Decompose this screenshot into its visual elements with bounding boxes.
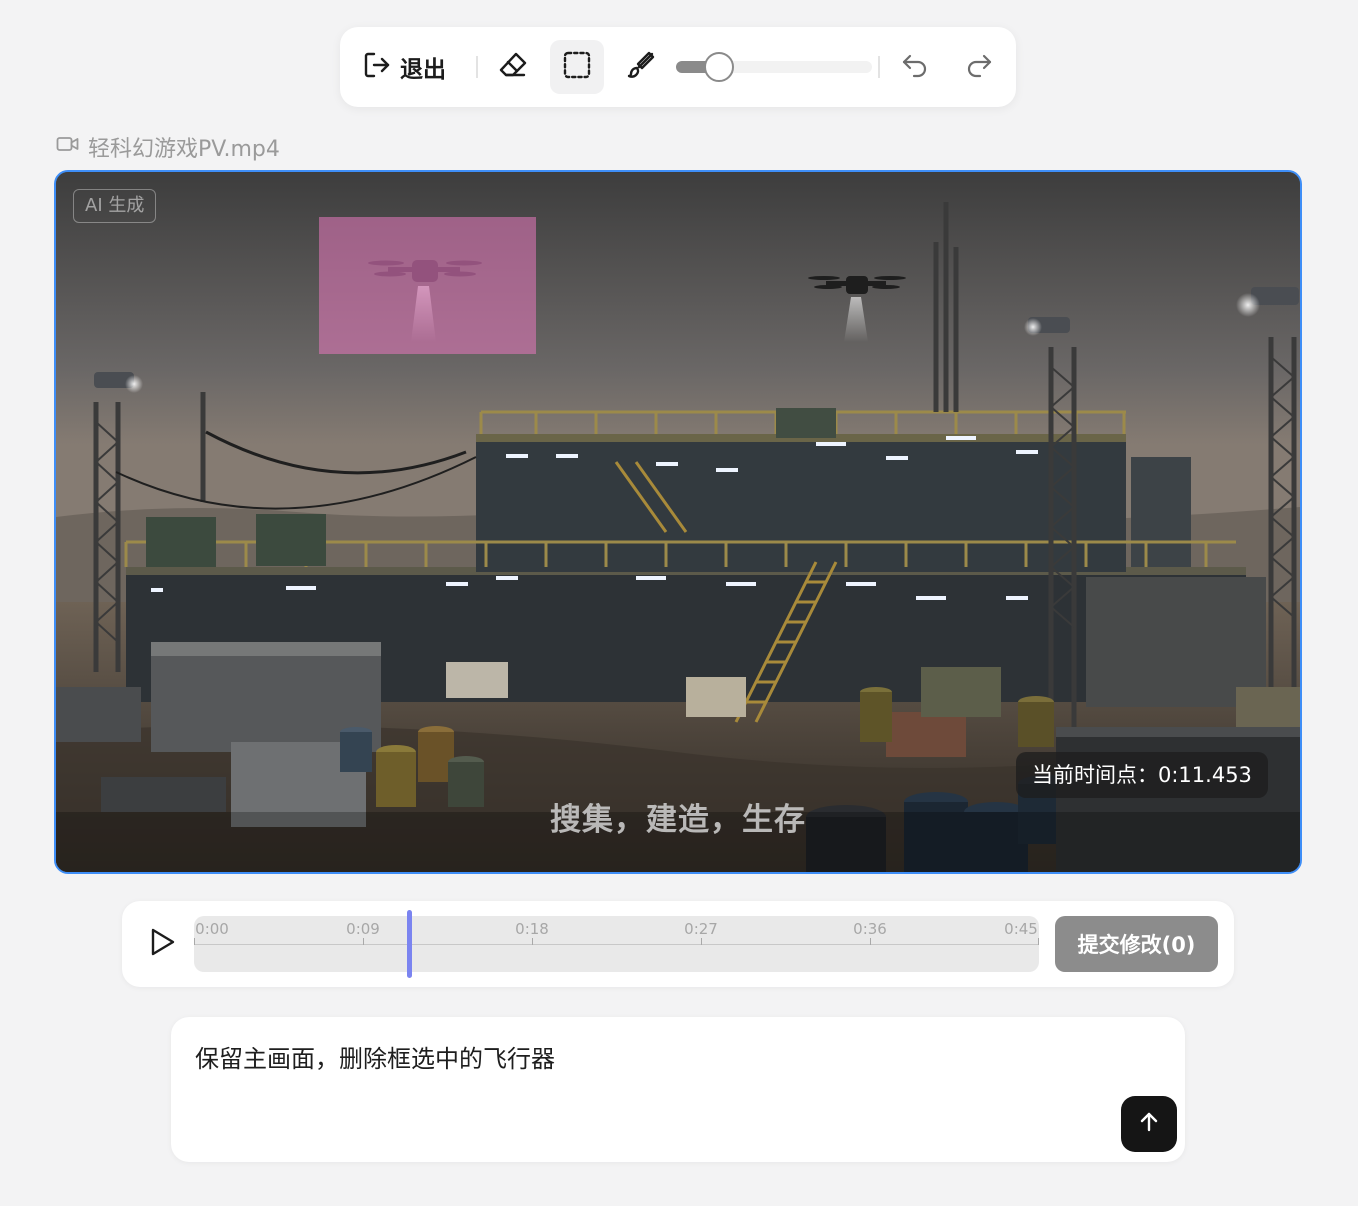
timeline-baseline	[194, 944, 1039, 945]
ai-generated-badge: AI 生成	[73, 189, 157, 223]
undo-icon	[900, 50, 930, 84]
brush-size-slider[interactable]	[676, 52, 872, 82]
file-name-label: 轻科幻游戏PV.mp4	[56, 131, 280, 163]
timeline-track[interactable]: 0:00 0:09 0:18 0:27 0:36 0:45	[194, 910, 1039, 978]
timeline-tick-label: 0:36	[853, 920, 887, 938]
prompt-text[interactable]: 保留主画面，删除框选中的飞行器	[195, 1039, 555, 1074]
toolbar-divider	[878, 56, 880, 78]
playhead[interactable]	[407, 910, 413, 978]
editing-toolbar: 退出	[340, 27, 1016, 107]
submit-changes-button[interactable]: 提交修改(0)	[1055, 916, 1218, 972]
redo-icon	[964, 50, 994, 84]
video-subtitle: 搜集，建造，生存	[550, 802, 806, 838]
timeline-tick-label: 0:09	[346, 920, 380, 938]
current-time-indicator: 当前时间点：0:11.453	[1016, 752, 1268, 798]
timeline-tick-mark	[363, 938, 364, 945]
timeline-tick-mark	[532, 938, 533, 945]
send-button[interactable]	[1121, 1096, 1177, 1152]
video-camera-icon	[56, 134, 80, 160]
timeline-tick-label: 0:18	[515, 920, 549, 938]
brush-tool-button[interactable]	[614, 40, 668, 94]
dashed-rect-select-icon	[561, 49, 593, 85]
exit-button[interactable]: 退出	[362, 49, 446, 85]
file-name: 轻科幻游戏PV.mp4	[88, 137, 280, 162]
timeline-tick-label: 0:45	[1004, 920, 1038, 938]
timeline-tick-label: 0:27	[684, 920, 718, 938]
timeline-tick-mark	[1038, 938, 1039, 945]
prompt-input-box[interactable]: 保留主画面，删除框选中的飞行器	[171, 1017, 1185, 1162]
exit-icon	[362, 50, 392, 84]
undo-button[interactable]	[888, 40, 942, 94]
timeline-tick-mark	[870, 938, 871, 945]
exit-label: 退出	[400, 57, 446, 83]
eraser-tool-button[interactable]	[486, 40, 540, 94]
toolbar-divider	[476, 56, 478, 78]
brush-icon	[625, 49, 657, 85]
timeline-tick-label: 0:00	[195, 920, 229, 938]
play-icon	[147, 926, 177, 962]
video-canvas[interactable]: AI 生成 当前时间点：0:11.453 搜集，建造，生存	[54, 170, 1302, 874]
selection-box[interactable]	[319, 217, 536, 354]
eraser-icon	[497, 49, 529, 85]
arrow-up-icon	[1137, 1110, 1161, 1138]
timeline-tick-mark	[701, 938, 702, 945]
play-button[interactable]	[142, 924, 182, 964]
timeline-bar: 0:00 0:09 0:18 0:27 0:36 0:45 提交修改(0)	[122, 901, 1234, 987]
redo-button[interactable]	[952, 40, 1006, 94]
rect-select-tool-button[interactable]	[550, 40, 604, 94]
slider-thumb[interactable]	[704, 52, 734, 82]
timeline-tick-mark	[194, 938, 195, 945]
